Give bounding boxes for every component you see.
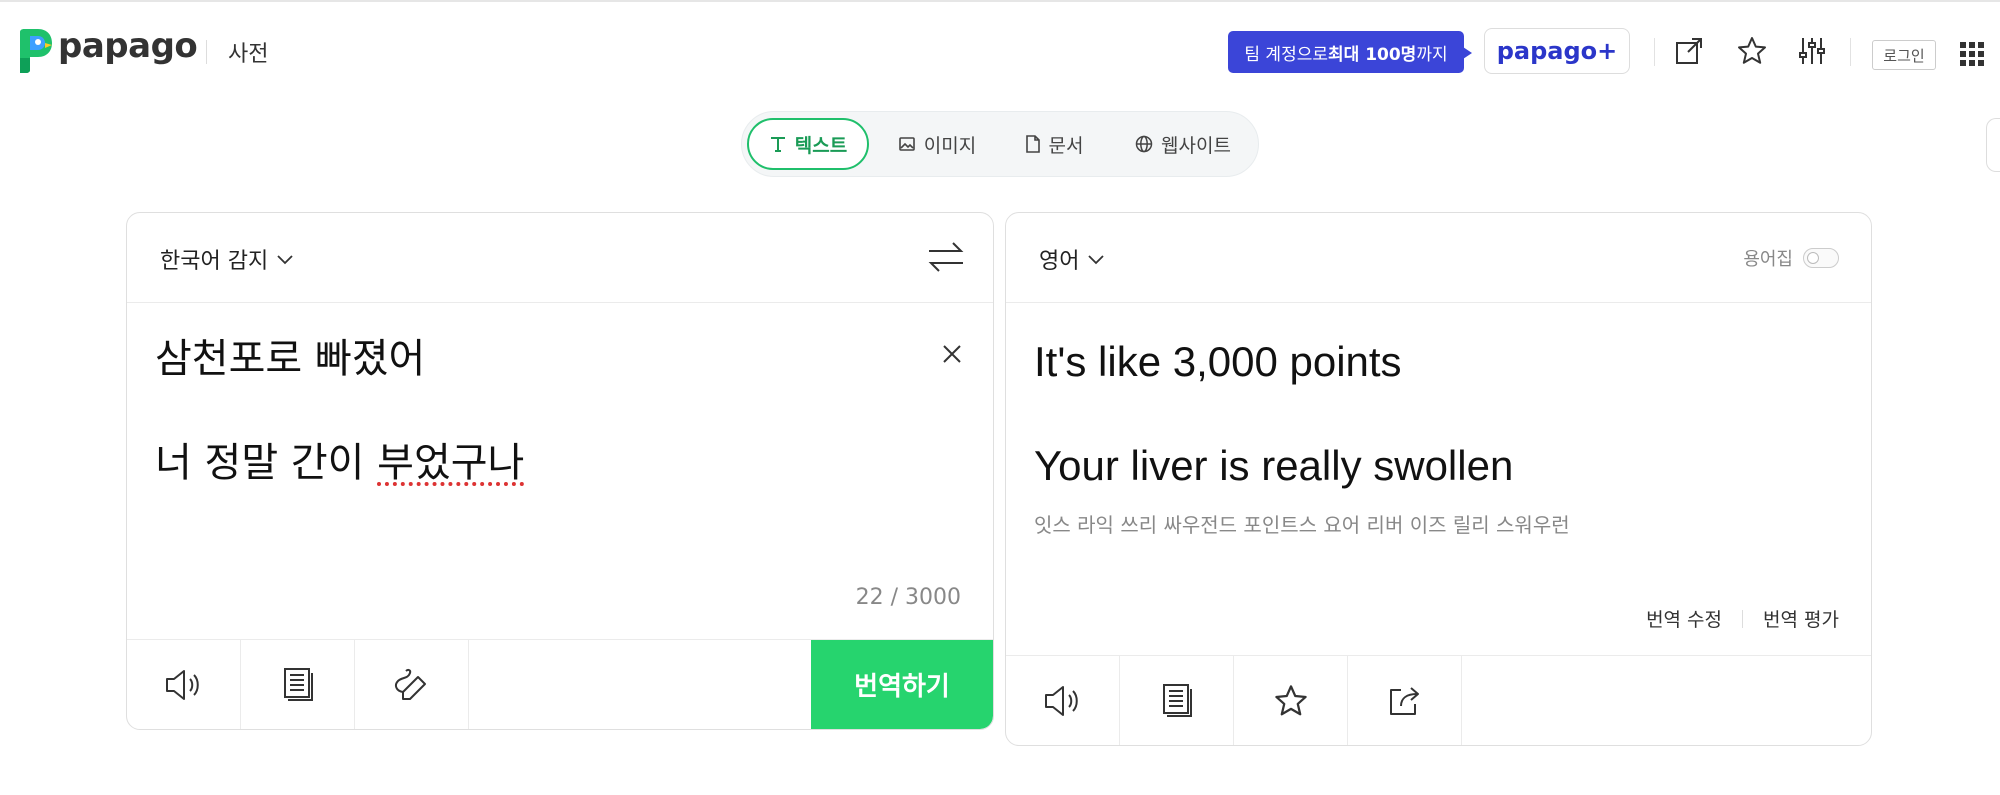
promo-text-bold: 최대 100명 — [1328, 44, 1417, 65]
target-language-label: 영어 — [1039, 249, 1080, 274]
favorites-star-icon[interactable] — [1735, 34, 1769, 68]
tab-image-label: 이미지 — [923, 134, 977, 157]
share-button[interactable] — [1348, 656, 1462, 745]
copy-document-icon — [283, 667, 313, 701]
spellcheck-flagged-word[interactable]: 부었구나 — [377, 440, 524, 486]
source-language-select[interactable]: 한국어 감지 — [160, 243, 294, 275]
login-button[interactable]: 로그인 — [1872, 40, 1936, 70]
clear-text-icon[interactable] — [941, 343, 963, 369]
chevron-down-icon — [1088, 255, 1105, 265]
translate-button[interactable]: 번역하기 — [811, 640, 993, 729]
source-line-1: 삼천포로 빠졌어 — [155, 336, 426, 382]
papago-logo-icon[interactable] — [14, 28, 54, 74]
character-counter: 22 / 3000 — [855, 585, 961, 610]
chevron-down-icon — [277, 255, 293, 265]
source-panel: 한국어 감지 삼천포로 빠졌어 너 정말 간이 부었구나 22 / 3000 번… — [126, 212, 994, 730]
tab-document[interactable]: 문서 — [1000, 118, 1108, 170]
glossary-toggle-group: 용어집 — [1743, 245, 1839, 271]
copy-button[interactable] — [1120, 656, 1234, 745]
translation-line-2: Your liver is really swollen — [1034, 442, 1514, 489]
edit-translation-link[interactable]: 번역 수정 — [1646, 605, 1722, 632]
header-separator — [1850, 38, 1851, 66]
open-new-window-icon[interactable] — [1672, 34, 1706, 68]
header: papago 사전 팀 계정으로 최대 100명 까지 papago+ 로그인 — [0, 0, 2000, 100]
source-toolbar: 번역하기 — [127, 639, 993, 729]
dictionary-link[interactable]: 사전 — [228, 36, 268, 68]
copy-document-icon — [1162, 683, 1192, 717]
header-separator — [1654, 38, 1655, 66]
handwriting-pen-icon — [394, 668, 426, 700]
tab-image[interactable]: 이미지 — [882, 118, 992, 170]
target-panel: 영어 용어집 It's like 3,000 points Your liver… — [1005, 212, 1872, 746]
star-icon — [1274, 684, 1307, 715]
mode-tabs: 텍스트 이미지 문서 웹사이트 — [741, 111, 1259, 177]
source-language-label: 한국어 감지 — [160, 249, 269, 274]
listen-speaker-button[interactable] — [127, 640, 241, 729]
promo-text-suffix: 까지 — [1416, 44, 1448, 65]
link-separator — [1742, 609, 1744, 628]
translation-output: It's like 3,000 points Your liver is rea… — [1034, 336, 1513, 492]
translation-feedback-links: 번역 수정 번역 평가 — [1646, 605, 1839, 632]
rate-translation-link[interactable]: 번역 평가 — [1763, 605, 1839, 632]
listen-speaker-button[interactable] — [1006, 656, 1120, 745]
favorite-button[interactable] — [1234, 656, 1348, 745]
glossary-toggle[interactable] — [1803, 248, 1839, 268]
settings-sliders-icon[interactable] — [1795, 34, 1829, 68]
source-line-2-text: 너 정말 간이 — [155, 440, 378, 486]
source-panel-header: 한국어 감지 — [127, 213, 993, 303]
logo-text[interactable]: papago — [58, 26, 198, 66]
papago-plus-button[interactable]: papago+ — [1484, 28, 1630, 74]
tab-website-label: 웹사이트 — [1161, 134, 1231, 157]
source-text-area[interactable]: 삼천포로 빠졌어 너 정말 간이 부었구나 — [155, 333, 524, 489]
share-icon — [1389, 686, 1419, 715]
promo-text-prefix: 팀 계정으로 — [1244, 44, 1328, 65]
translation-line-1: It's like 3,000 points — [1034, 338, 1402, 385]
side-panel-handle[interactable] — [1986, 118, 2000, 172]
tab-website[interactable]: 웹사이트 — [1118, 118, 1248, 170]
speaker-icon — [165, 669, 199, 700]
handwriting-button[interactable] — [355, 640, 469, 729]
tab-text[interactable]: 텍스트 — [747, 118, 869, 170]
speaker-icon — [1044, 685, 1078, 716]
tab-text-label: 텍스트 — [794, 134, 848, 157]
pronunciation-text: 잇스 라익 쓰리 싸우전드 포인트스 요어 리버 이즈 릴리 스워우런 — [1034, 513, 1570, 537]
image-icon — [898, 135, 916, 153]
apps-grid-icon[interactable] — [1960, 42, 1984, 66]
swap-languages-icon[interactable] — [927, 239, 965, 279]
target-language-select[interactable]: 영어 — [1039, 243, 1105, 275]
document-icon — [1025, 135, 1041, 153]
target-toolbar — [1006, 655, 1871, 745]
globe-icon — [1135, 135, 1153, 153]
header-divider — [206, 40, 207, 64]
copy-button[interactable] — [241, 640, 355, 729]
team-account-promo-banner[interactable]: 팀 계정으로 최대 100명 까지 — [1228, 31, 1472, 73]
tab-document-label: 문서 — [1048, 134, 1084, 157]
glossary-label: 용어집 — [1743, 249, 1793, 270]
text-icon — [769, 135, 787, 153]
source-line-2: 너 정말 간이 부었구나 — [155, 437, 524, 489]
target-panel-header: 영어 용어집 — [1006, 213, 1871, 303]
